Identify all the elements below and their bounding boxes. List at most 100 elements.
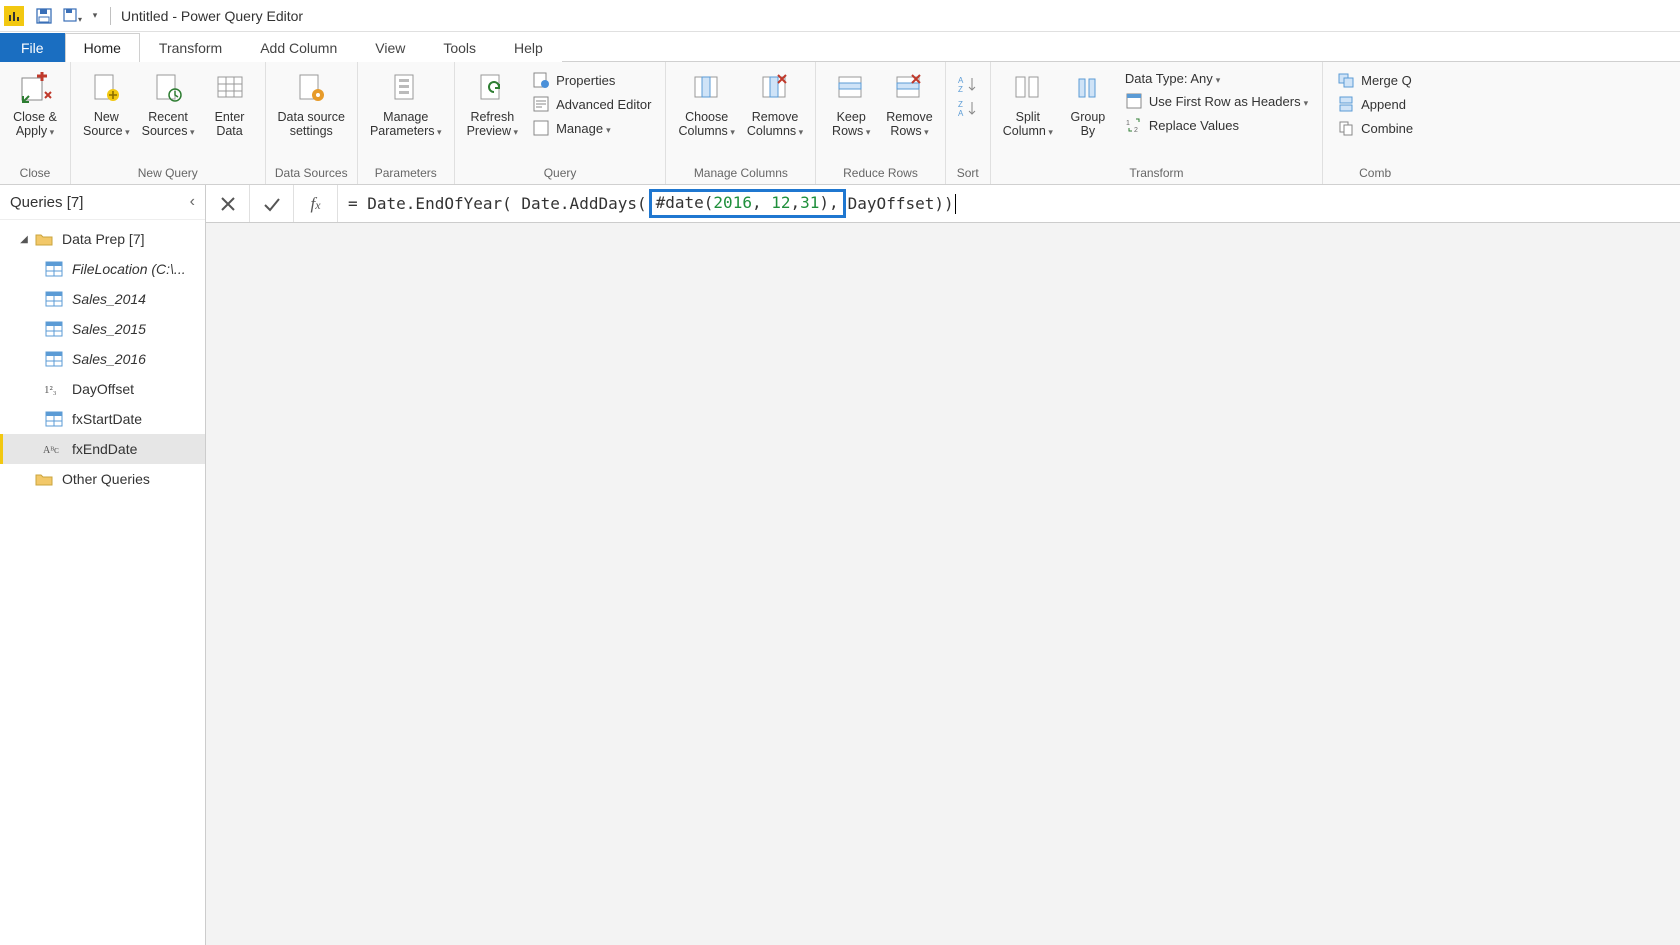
group-label-query: Query bbox=[461, 164, 660, 184]
first-row-headers-label: Use First Row as Headers bbox=[1149, 94, 1301, 109]
query-item-label: fxStartDate bbox=[72, 411, 142, 427]
recent-sources-label: Recent Sources bbox=[142, 110, 195, 139]
formula-c1: , bbox=[752, 193, 771, 212]
replace-values-button[interactable]: 12Replace Values bbox=[1121, 113, 1312, 137]
split-column-button[interactable]: Split Column bbox=[997, 66, 1059, 143]
query-item-0[interactable]: FileLocation (C:\... bbox=[0, 254, 205, 284]
split-column-icon bbox=[1010, 70, 1046, 106]
cancel-formula-button[interactable] bbox=[206, 185, 250, 222]
combine-files-button[interactable]: Combine bbox=[1333, 116, 1417, 140]
replace-values-icon: 12 bbox=[1125, 116, 1143, 134]
tab-file[interactable]: File bbox=[0, 33, 65, 62]
data-source-settings-icon bbox=[293, 70, 329, 106]
tab-help[interactable]: Help bbox=[495, 33, 562, 62]
append-queries-button[interactable]: Append bbox=[1333, 92, 1417, 116]
save-as-button[interactable]: ▾ bbox=[60, 4, 84, 28]
close-apply-button[interactable]: Close & Apply bbox=[6, 66, 64, 143]
data-source-settings-button[interactable]: Data source settings bbox=[272, 66, 351, 143]
remove-columns-button[interactable]: Remove Columns bbox=[741, 66, 809, 143]
remove-rows-button[interactable]: Remove Rows bbox=[880, 66, 939, 143]
query-item-3[interactable]: Sales_2016 bbox=[0, 344, 205, 374]
table-icon bbox=[44, 290, 64, 308]
remove-columns-icon bbox=[757, 70, 793, 106]
enter-data-button[interactable]: Enter Data bbox=[201, 66, 259, 143]
group-by-button[interactable]: Group By bbox=[1059, 66, 1117, 143]
recent-sources-button[interactable]: Recent Sources bbox=[136, 66, 201, 143]
tab-transform[interactable]: Transform bbox=[140, 33, 241, 62]
svg-text:1: 1 bbox=[1126, 120, 1130, 127]
enter-data-icon bbox=[212, 70, 248, 106]
properties-icon bbox=[532, 71, 550, 89]
tab-view[interactable]: View bbox=[356, 33, 424, 62]
remove-rows-label: Remove Rows bbox=[886, 110, 933, 139]
properties-button[interactable]: Properties bbox=[528, 68, 655, 92]
first-row-headers-icon bbox=[1125, 92, 1143, 110]
tab-home[interactable]: Home bbox=[65, 33, 140, 62]
ribbon-group-sort: AZ ZA Sort bbox=[946, 62, 991, 184]
query-item-label: FileLocation (C:\... bbox=[72, 261, 186, 277]
svg-text:Z: Z bbox=[958, 100, 963, 109]
table-icon bbox=[44, 260, 64, 278]
formula-num2: 12 bbox=[771, 193, 790, 212]
formula-hl-post: ), bbox=[819, 193, 838, 212]
svg-text:2: 2 bbox=[1134, 127, 1138, 134]
sort-asc-button[interactable]: AZ bbox=[956, 72, 980, 96]
group-label-new-query: New Query bbox=[77, 164, 259, 184]
refresh-preview-icon bbox=[474, 70, 510, 106]
refresh-preview-button[interactable]: Refresh Preview bbox=[461, 66, 525, 143]
query-item-4[interactable]: 1²₃DayOffset bbox=[0, 374, 205, 404]
query-group-other[interactable]: Other Queries bbox=[0, 464, 205, 494]
query-item-6[interactable]: AᴮᴄfxEndDate bbox=[0, 434, 205, 464]
formula-bar: fx = Date.EndOfYear( Date.AddDays( #date… bbox=[206, 185, 1680, 223]
choose-columns-icon bbox=[689, 70, 725, 106]
combine-files-label: Combine bbox=[1361, 121, 1413, 136]
close-apply-icon bbox=[17, 70, 53, 106]
manage-parameters-button[interactable]: Manage Parameters bbox=[364, 66, 448, 143]
table-icon bbox=[44, 320, 64, 338]
keep-rows-button[interactable]: Keep Rows bbox=[822, 66, 880, 143]
data-type-button[interactable]: Data Type: Any bbox=[1121, 68, 1312, 89]
new-source-label: New Source bbox=[83, 110, 130, 139]
group-label-close: Close bbox=[6, 164, 64, 184]
query-group-data-prep[interactable]: ◢ Data Prep [7] bbox=[0, 224, 205, 254]
queries-pane: Queries [7] ‹ ◢ Data Prep [7] FileLocati… bbox=[0, 185, 206, 945]
query-item-1[interactable]: Sales_2014 bbox=[0, 284, 205, 314]
queries-header-label: Queries [7] bbox=[10, 194, 83, 211]
commit-formula-button[interactable] bbox=[250, 185, 294, 222]
formula-text-pre: = Date.EndOfYear( Date.AddDays( bbox=[348, 194, 647, 213]
queries-tree: ◢ Data Prep [7] FileLocation (C:\... Sale… bbox=[0, 220, 205, 498]
tab-add-column[interactable]: Add Column bbox=[241, 33, 356, 62]
queries-header: Queries [7] ‹ bbox=[0, 185, 205, 220]
advanced-editor-icon bbox=[532, 95, 550, 113]
advanced-editor-button[interactable]: Advanced Editor bbox=[528, 92, 655, 116]
close-apply-label: Close & Apply bbox=[13, 110, 57, 139]
query-item-5[interactable]: fxStartDate bbox=[0, 404, 205, 434]
ribbon-group-query: Refresh Preview Properties Advanced Edit… bbox=[455, 62, 667, 184]
ribbon-group-close: Close & Apply Close bbox=[0, 62, 71, 184]
group-label-sort: Sort bbox=[952, 164, 984, 184]
new-source-button[interactable]: New Source bbox=[77, 66, 136, 143]
num-icon: 1²₃ bbox=[44, 380, 64, 398]
sort-desc-button[interactable]: ZA bbox=[956, 96, 980, 120]
formula-input[interactable]: = Date.EndOfYear( Date.AddDays( #date(20… bbox=[338, 185, 1680, 222]
keep-rows-icon bbox=[833, 70, 869, 106]
save-button[interactable] bbox=[32, 4, 56, 28]
properties-label: Properties bbox=[556, 73, 615, 88]
tab-tools[interactable]: Tools bbox=[424, 33, 495, 62]
query-item-2[interactable]: Sales_2015 bbox=[0, 314, 205, 344]
qat-customize[interactable]: ▾ bbox=[88, 4, 102, 28]
formula-num3: 31 bbox=[800, 193, 819, 212]
collapse-pane-button[interactable]: ‹ bbox=[190, 193, 195, 211]
manage-parameters-icon bbox=[388, 70, 424, 106]
first-row-headers-button[interactable]: Use First Row as Headers bbox=[1121, 89, 1312, 113]
svg-text:Z: Z bbox=[958, 85, 963, 94]
manage-query-button[interactable]: Manage bbox=[528, 116, 655, 140]
query-group-other-label: Other Queries bbox=[62, 471, 150, 487]
menu-tabs: File Home Transform Add Column View Tool… bbox=[0, 32, 1680, 62]
fx-button[interactable]: fx bbox=[294, 185, 338, 222]
group-label-combine: Comb bbox=[1329, 164, 1421, 184]
manage-query-icon bbox=[532, 119, 550, 137]
choose-columns-button[interactable]: Choose Columns bbox=[672, 66, 740, 143]
remove-rows-icon bbox=[891, 70, 927, 106]
merge-queries-button[interactable]: Merge Q bbox=[1333, 68, 1417, 92]
